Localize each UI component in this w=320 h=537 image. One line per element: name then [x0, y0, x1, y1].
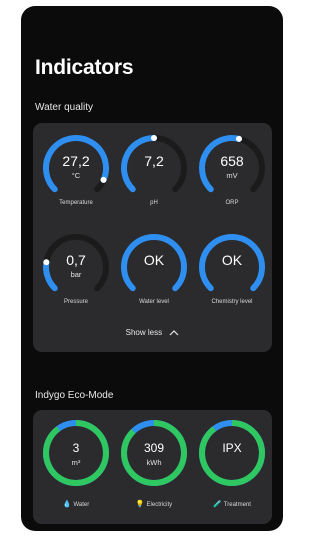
- chevron-up-icon: [169, 330, 179, 336]
- gauge-unit: mV: [226, 171, 238, 180]
- gauge-chemistry-level[interactable]: OK Chemistry level: [197, 232, 267, 312]
- gauge-label: ORP: [225, 200, 239, 206]
- show-less-button[interactable]: Show less: [33, 328, 272, 337]
- gauge-pressure[interactable]: 0,7 bar Pressure: [41, 232, 111, 312]
- eco-label: Treatment: [223, 502, 251, 508]
- gauge-orp[interactable]: 658 mV ORP: [197, 133, 267, 213]
- eco-mode-card: 3 m³ 💧 Water 309 kWh 💡 Electricity IPX 🧪 Tr…: [33, 410, 272, 524]
- eco-unit: kWh: [146, 458, 162, 467]
- gauge-label: Pressure: [63, 299, 88, 305]
- gauge-value: OK: [221, 252, 243, 268]
- eco-value: IPX: [222, 441, 242, 455]
- eco-mode-section-title: Indygo Eco-Mode: [35, 390, 114, 401]
- eco-electricity[interactable]: 309 kWh 💡 Electricity: [119, 418, 189, 508]
- eco-label-wrap: 💡 Electricity: [109, 500, 199, 508]
- gauge-knob: [236, 135, 243, 142]
- gauge-value: 0,7: [66, 252, 86, 268]
- eco-value: 309: [143, 441, 165, 455]
- flask-icon: 🧪: [213, 501, 222, 508]
- bulb-icon: 💡: [135, 501, 145, 508]
- gauge-water-level[interactable]: OK Water level: [119, 232, 189, 312]
- gauge-knob: [151, 135, 157, 141]
- eco-treatment[interactable]: IPX 🧪 Treatment: [197, 418, 267, 508]
- eco-unit: m³: [71, 458, 81, 467]
- show-less-label: Show less: [125, 328, 163, 337]
- eco-label: Electricity: [146, 502, 173, 508]
- gauge-value: 27,2: [62, 153, 90, 169]
- page-title: Indicators: [35, 56, 134, 79]
- drop-icon: 💧: [62, 501, 72, 508]
- gauge-label: Temperature: [59, 200, 93, 206]
- gauge-value: 658: [220, 153, 244, 169]
- gauge-label: pH: [150, 200, 158, 206]
- eco-label-wrap: 💧 Water: [31, 500, 121, 508]
- water-quality-card: 27,2 °C Temperature 7,2 pH 658 mV ORP 0,…: [33, 123, 272, 352]
- gauge-value: OK: [143, 252, 165, 268]
- eco-value: 3: [72, 441, 80, 455]
- water-quality-section-title: Water quality: [35, 102, 93, 113]
- eco-water[interactable]: 3 m³ 💧 Water: [41, 418, 111, 508]
- gauge-value: 7,2: [144, 153, 164, 169]
- gauge-ph[interactable]: 7,2 pH: [119, 133, 189, 213]
- app-screen: Indicators Water quality 27,2 °C Tempera…: [21, 6, 283, 531]
- eco-label: Water: [73, 502, 90, 508]
- gauge-unit: bar: [70, 270, 82, 279]
- gauge-temperature[interactable]: 27,2 °C Temperature: [41, 133, 111, 213]
- gauge-label: Water level: [139, 299, 169, 305]
- eco-label-wrap: 🧪 Treatment: [187, 500, 277, 508]
- gauge-label: Chemistry level: [211, 299, 253, 305]
- gauge-unit: °C: [71, 171, 81, 180]
